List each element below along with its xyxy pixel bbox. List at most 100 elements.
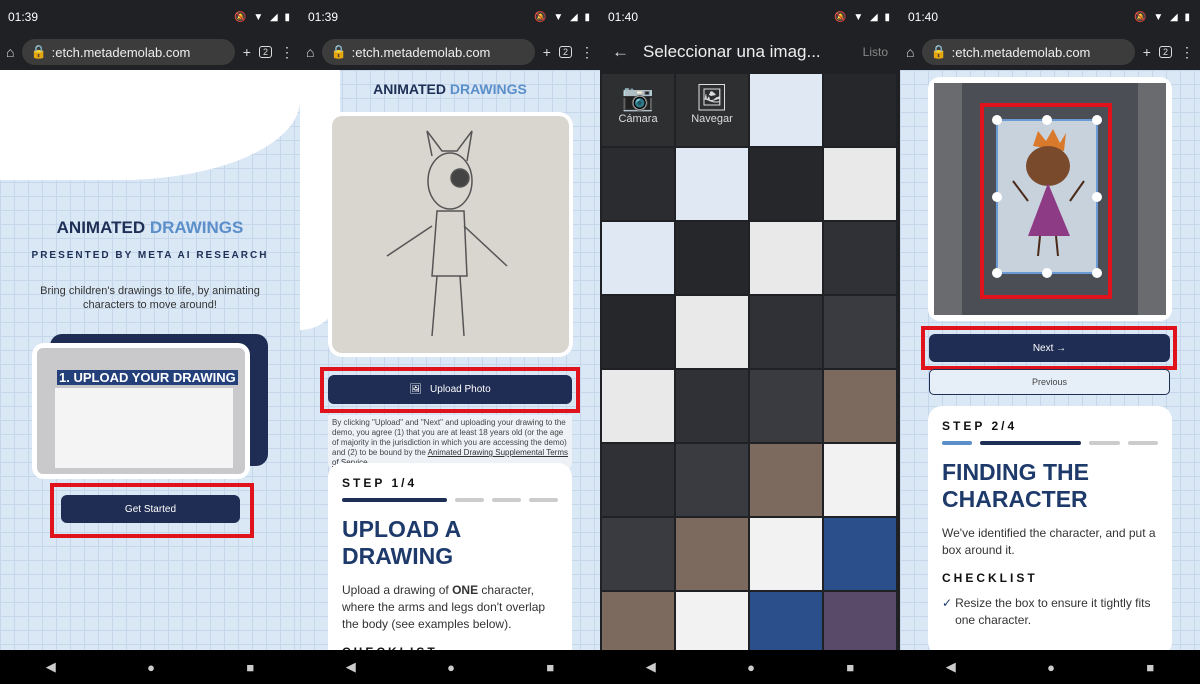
new-tab-icon[interactable]: +: [243, 44, 251, 60]
gallery-thumbnail[interactable]: [750, 370, 822, 442]
new-tab-icon[interactable]: +: [543, 44, 551, 60]
browse-tile[interactable]: 🖼 Navegar: [676, 74, 748, 146]
status-bar: 01:40 🔕 ▼ ◢ ▮: [600, 0, 900, 34]
gallery-thumbnail[interactable]: [602, 370, 674, 442]
gallery-thumbnail[interactable]: [676, 370, 748, 442]
home-icon[interactable]: ⌂: [6, 44, 14, 60]
get-started-button[interactable]: Get Started: [61, 495, 240, 523]
recents-icon[interactable]: ■: [246, 660, 254, 675]
url-bar[interactable]: 🔒 :etch.metademolab.com: [22, 39, 235, 65]
recents-icon[interactable]: ■: [846, 660, 854, 675]
step-description: We've identified the character, and put …: [942, 526, 1156, 557]
previous-button[interactable]: Previous: [929, 369, 1170, 395]
recents-icon[interactable]: ■: [1146, 660, 1154, 675]
back-icon[interactable]: ◀: [946, 659, 956, 675]
picker-header: ← Seleccionar una imag... Listo: [600, 34, 900, 70]
gallery-thumbnail[interactable]: [676, 148, 748, 220]
url-bar[interactable]: 🔒:etch.metademolab.com: [922, 39, 1135, 65]
camera-tile[interactable]: 📷 Cámara: [602, 74, 674, 146]
resize-handle[interactable]: [1092, 268, 1102, 278]
browser-toolbar: ⌂ 🔒:etch.metademolab.com +2 ⋮: [300, 34, 600, 70]
gallery-thumbnail[interactable]: [750, 222, 822, 294]
bounding-box-editor: [928, 77, 1172, 321]
tab-count[interactable]: 2: [558, 46, 572, 58]
home-button-icon[interactable]: ●: [447, 660, 455, 675]
back-arrow-icon[interactable]: ←: [612, 42, 629, 62]
browser-toolbar: ⌂ 🔒 :etch.metademolab.com +2 ⋮: [0, 34, 300, 70]
gallery-thumbnail[interactable]: [676, 296, 748, 368]
clock: 01:39: [8, 10, 39, 24]
step-title: UPLOAD A DRAWING: [342, 516, 461, 569]
gallery-thumbnail[interactable]: [602, 518, 674, 590]
home-button-icon[interactable]: ●: [1047, 660, 1055, 675]
back-icon[interactable]: ◀: [646, 659, 656, 675]
lock-icon: 🔒: [30, 44, 47, 59]
resize-handle[interactable]: [1042, 268, 1052, 278]
step-label: STEP 1/4: [342, 476, 418, 490]
back-icon[interactable]: ◀: [46, 659, 56, 675]
lock-icon: 🔒: [330, 44, 347, 59]
gallery-thumbnail[interactable]: [824, 370, 896, 442]
gallery-thumbnail[interactable]: [824, 222, 896, 294]
gallery-thumbnail[interactable]: [750, 148, 822, 220]
tab-count[interactable]: 2: [1158, 46, 1172, 58]
next-button[interactable]: Next →: [929, 334, 1170, 362]
clock: 01:39: [308, 10, 339, 24]
step-label: STEP 2/4: [942, 419, 1018, 433]
status-bar: 01:39 🔕 ▼ ◢ ▮: [300, 0, 600, 34]
step-card: STEP 2/4 FINDING THE CHARACTER We've ide…: [928, 406, 1172, 656]
done-button[interactable]: Listo: [863, 45, 888, 59]
menu-icon[interactable]: ⋮: [280, 44, 294, 61]
status-icons: 🔕 ▼ ◢ ▮: [834, 11, 892, 23]
home-icon[interactable]: ⌂: [306, 44, 314, 60]
resize-handle[interactable]: [992, 115, 1002, 125]
home-icon[interactable]: ⌂: [906, 44, 914, 60]
page-content: ANIMATED DRAWINGS PRESENTED BY META AI R…: [0, 70, 300, 650]
gallery-thumbnail[interactable]: [750, 518, 822, 590]
back-icon[interactable]: ◀: [346, 659, 356, 675]
new-tab-icon[interactable]: +: [1143, 44, 1151, 60]
tab-count[interactable]: 2: [258, 46, 272, 58]
gallery-thumbnail[interactable]: [824, 444, 896, 516]
gallery-thumbnail[interactable]: [602, 148, 674, 220]
gallery-thumbnail[interactable]: [602, 444, 674, 516]
gallery-thumbnail[interactable]: [824, 148, 896, 220]
image-icon: 🖼: [409, 384, 423, 395]
home-button-icon[interactable]: ●: [147, 660, 155, 675]
gallery-thumbnail[interactable]: [676, 222, 748, 294]
gallery-thumbnail[interactable]: [750, 74, 822, 146]
character-drawing: [1012, 129, 1085, 257]
url-bar[interactable]: 🔒:etch.metademolab.com: [322, 39, 535, 65]
page-content: Next → Previous STEP 2/4 FINDING THE CHA…: [900, 70, 1200, 656]
brand-title: ANIMATED DRAWINGS: [373, 81, 527, 97]
resize-handle[interactable]: [1092, 192, 1102, 202]
clock: 01:40: [608, 10, 639, 24]
gallery-thumbnail[interactable]: [824, 518, 896, 590]
gallery-thumbnail[interactable]: [676, 518, 748, 590]
status-bar: 01:39 🔕 ▼ ◢ ▮: [0, 0, 300, 34]
gallery-thumbnail[interactable]: [602, 222, 674, 294]
resize-handle[interactable]: [992, 268, 1002, 278]
bounding-box[interactable]: [992, 115, 1102, 278]
checklist-item: ✓ Resize the box to ensure it tightly fit…: [942, 596, 1151, 627]
resize-handle[interactable]: [1092, 115, 1102, 125]
gallery-thumbnail[interactable]: [824, 296, 896, 368]
resize-handle[interactable]: [1042, 115, 1052, 125]
gallery-thumbnail[interactable]: [676, 444, 748, 516]
recents-icon[interactable]: ■: [546, 660, 554, 675]
status-icons: 🔕 ▼ ◢ ▮: [234, 11, 292, 23]
gallery-thumbnail[interactable]: [602, 296, 674, 368]
gallery-icon: 🖼: [695, 82, 729, 112]
android-nav: ◀ ● ■: [900, 650, 1200, 684]
menu-icon[interactable]: ⋮: [580, 44, 594, 61]
drawing-preview: [328, 112, 573, 357]
menu-icon[interactable]: ⋮: [1180, 44, 1194, 61]
gallery-thumbnail[interactable]: [750, 444, 822, 516]
gallery-thumbnail[interactable]: [824, 74, 896, 146]
resize-handle[interactable]: [992, 192, 1002, 202]
gallery-thumbnail[interactable]: [750, 296, 822, 368]
url-text: :etch.metademolab.com: [51, 44, 191, 60]
home-button-icon[interactable]: ●: [747, 660, 755, 675]
upload-photo-button[interactable]: 🖼 Upload Photo: [328, 375, 572, 404]
preview-video[interactable]: 1. UPLOAD YOUR DRAWING: [32, 343, 250, 479]
